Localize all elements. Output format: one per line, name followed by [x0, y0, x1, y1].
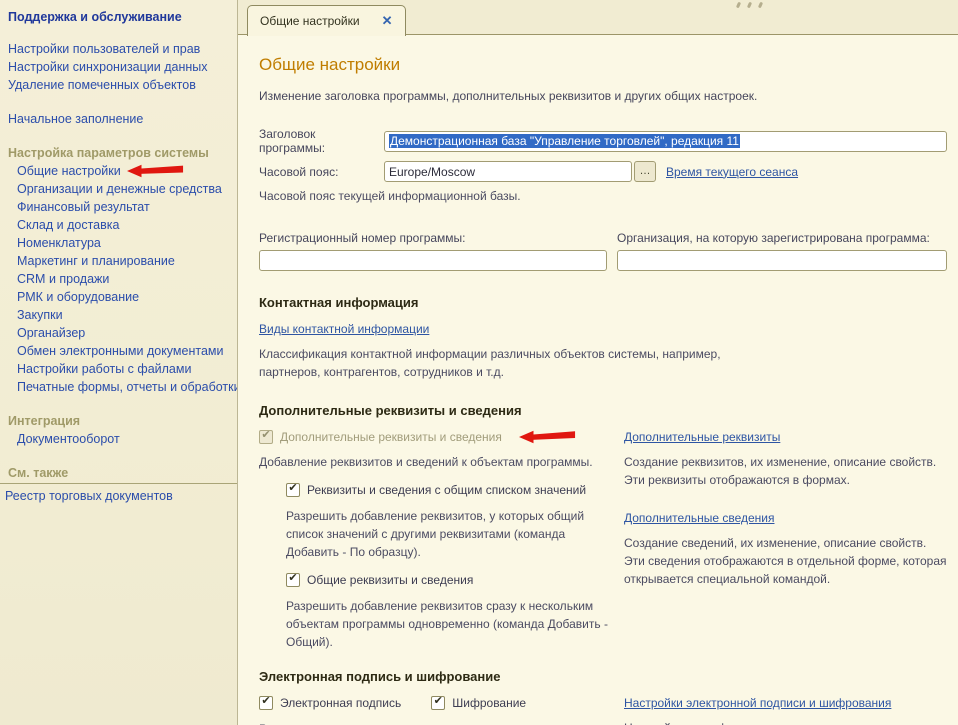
page-content: Общие настройки Изменение заголовка прог…	[238, 35, 958, 725]
additional-info-description: Создание сведений, их изменение, описани…	[624, 534, 947, 588]
tab-close-icon[interactable]: ✕	[382, 13, 393, 29]
org-input[interactable]	[617, 250, 947, 271]
shared-attrs-checkbox-label: Общие реквизиты и сведения	[307, 573, 473, 587]
session-time-link[interactable]: Время текущего сеанса	[666, 165, 798, 179]
sidebar-item-warehouse[interactable]: Склад и доставка	[0, 216, 237, 234]
additional-attrs-checkbox: ✔	[259, 430, 273, 444]
additional-attributes-link[interactable]: Дополнительные реквизиты	[624, 430, 780, 444]
signature-checkbox-label: Электронная подпись	[280, 696, 401, 710]
checkmark-icon: ✔	[434, 696, 443, 707]
sidebar-item-purchases[interactable]: Закупки	[0, 306, 237, 324]
sidebar-item-docflow[interactable]: Документооборот	[0, 430, 237, 448]
main-panel: Общие настройки ✕ Общие настройки Измене…	[237, 0, 958, 725]
sidebar-item-rmk[interactable]: РМК и оборудование	[0, 288, 237, 306]
contact-section-header: Контактная информация	[259, 295, 947, 310]
red-arrow-icon	[519, 430, 577, 444]
sidebar-item-organizations[interactable]: Организации и денежные средства	[0, 180, 237, 198]
splitter-grip-icon	[737, 2, 762, 8]
common-list-checkbox-label: Реквизиты и сведения с общим списком зна…	[307, 483, 586, 497]
additional-info-link[interactable]: Дополнительные сведения	[624, 511, 774, 525]
signature-checkbox[interactable]: ✔	[259, 696, 273, 710]
sidebar-header-system: Настройка параметров системы	[0, 144, 237, 162]
red-arrow-icon	[127, 164, 185, 178]
sidebar-item-print-forms[interactable]: Печатные формы, отчеты и обработки	[0, 378, 237, 396]
sidebar-header-see-also: См. также	[0, 464, 237, 484]
additional-attrs-checkbox-label: Дополнительные реквизиты и сведения	[280, 430, 502, 444]
app-title-input[interactable]: Демонстрационная база "Управление торгов…	[384, 131, 947, 152]
checkmark-icon: ✔	[288, 573, 297, 584]
additional-attrs-hint: Добавление реквизитов и сведений к объек…	[259, 453, 614, 471]
timezone-label: Часовой пояс:	[259, 165, 384, 179]
page-subtitle: Изменение заголовка программы, дополните…	[259, 89, 947, 103]
sidebar-item-crm[interactable]: CRM и продажи	[0, 270, 237, 288]
signature-left-hint: Разрешить подписание данных для гарантии…	[259, 720, 614, 725]
sidebar-item-general-settings[interactable]: Общие настройки	[0, 162, 237, 180]
sidebar-item-trade-registry[interactable]: Реестр торговых документов	[0, 487, 237, 505]
shared-attrs-hint: Разрешить добавление реквизитов сразу к …	[286, 597, 614, 651]
common-list-hint: Разрешить добавление реквизитов, у котор…	[286, 507, 614, 561]
sidebar-item-edi[interactable]: Обмен электронными документами	[0, 342, 237, 360]
shared-attrs-checkbox[interactable]: ✔	[286, 573, 300, 587]
checkmark-icon: ✔	[288, 483, 297, 494]
contact-description: Классификация контактной информации разл…	[259, 345, 739, 381]
sidebar: Поддержка и обслуживание Настройки польз…	[0, 0, 237, 725]
app-title-selected-text: Демонстрационная база "Управление торгов…	[389, 134, 740, 148]
sidebar-item-financial-result[interactable]: Финансовый результат	[0, 198, 237, 216]
sidebar-item-marketing[interactable]: Маркетинг и планирование	[0, 252, 237, 270]
sidebar-header-support: Поддержка и обслуживание	[0, 8, 237, 26]
common-list-checkbox[interactable]: ✔	[286, 483, 300, 497]
sidebar-item-nomenclature[interactable]: Номенклатура	[0, 234, 237, 252]
page-title: Общие настройки	[259, 55, 947, 75]
additional-attributes-description: Создание реквизитов, их изменение, описа…	[624, 453, 947, 489]
sidebar-item-user-settings[interactable]: Настройки пользователей и прав	[0, 40, 237, 58]
signature-settings-link[interactable]: Настройки электронной подписи и шифрован…	[624, 696, 891, 710]
reg-number-label: Регистрационный номер программы:	[259, 231, 607, 245]
reg-number-input[interactable]	[259, 250, 607, 271]
signature-right-hint: Настройка сертификатов и программ, испол…	[624, 719, 947, 725]
tab-general-settings[interactable]: Общие настройки ✕	[247, 5, 406, 36]
app-title-label: Заголовок программы:	[259, 127, 384, 155]
sidebar-item-sync-settings[interactable]: Настройки синхронизации данных	[0, 58, 237, 76]
sidebar-item-general-settings-label: Общие настройки	[17, 164, 121, 178]
timezone-input[interactable]	[384, 161, 632, 182]
checkmark-icon: ✔	[261, 430, 270, 441]
sidebar-item-organizer[interactable]: Органайзер	[0, 324, 237, 342]
signature-section-header: Электронная подпись и шифрование	[259, 669, 947, 684]
encryption-checkbox[interactable]: ✔	[431, 696, 445, 710]
sidebar-item-initial-fill[interactable]: Начальное заполнение	[0, 110, 237, 128]
timezone-browse-button[interactable]: …	[634, 161, 656, 182]
contact-kinds-link[interactable]: Виды контактной информации	[259, 322, 429, 336]
sidebar-item-deletion[interactable]: Удаление помеченных объектов	[0, 76, 237, 94]
additional-section-header: Дополнительные реквизиты и сведения	[259, 403, 947, 418]
timezone-hint: Часовой пояс текущей информационной базы…	[259, 188, 947, 205]
sidebar-item-file-settings[interactable]: Настройки работы с файлами	[0, 360, 237, 378]
sidebar-header-integration: Интеграция	[0, 412, 237, 430]
general-form: Заголовок программы: Демонстрационная ба…	[259, 127, 947, 271]
tab-label: Общие настройки	[260, 14, 360, 28]
tab-bar: Общие настройки ✕	[238, 0, 958, 35]
org-label: Организация, на которую зарегистрирована…	[617, 231, 947, 245]
checkmark-icon: ✔	[261, 696, 270, 707]
encryption-checkbox-label: Шифрование	[452, 696, 526, 710]
